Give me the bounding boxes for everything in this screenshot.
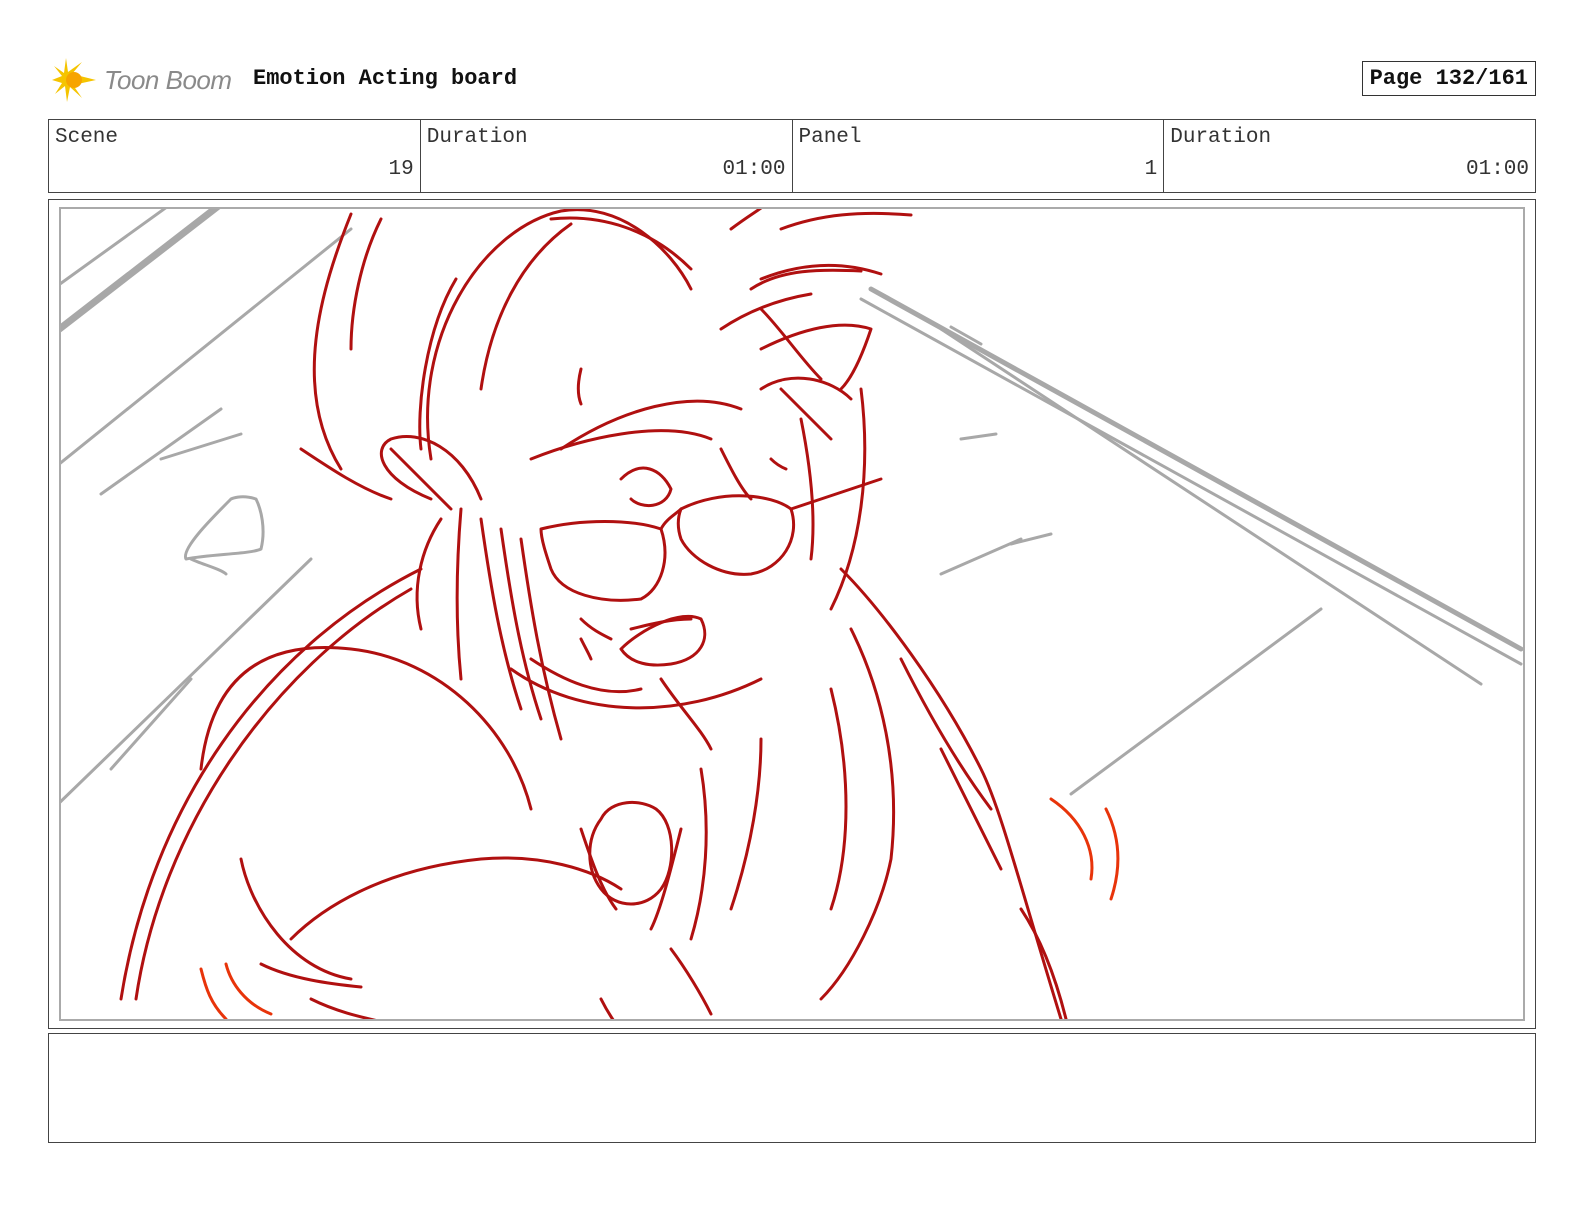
panel-cell: Panel 1 [793, 120, 1165, 192]
scene-value: 19 [388, 158, 414, 181]
storyboard-panel [48, 199, 1536, 1029]
scene-info-row: Scene 19 Duration 01:00 Panel 1 Duration… [48, 119, 1536, 193]
panel-value: 1 [1144, 158, 1158, 181]
scene-label: Scene [55, 126, 119, 149]
page-indicator: Page 132/161 [1361, 61, 1536, 96]
panel-drawing-area [59, 207, 1525, 1021]
panel-label: Panel [798, 126, 862, 149]
scene-duration-label: Duration [426, 126, 528, 149]
board-header: Toon Boom Emotion Acting board Page 132/… [48, 52, 1536, 108]
panel-notes-box[interactable] [48, 1033, 1536, 1143]
scene-cell: Scene 19 [49, 120, 421, 192]
scene-duration-cell: Duration 01:00 [421, 120, 793, 192]
panel-duration-cell: Duration 01:00 [1164, 120, 1535, 192]
character-sketch [119, 209, 1068, 1019]
scene-duration-value: 01:00 [722, 158, 786, 181]
logo-text: Toon Boom [104, 64, 232, 95]
toon-boom-logo: Toon Boom [52, 56, 232, 104]
board-title: Emotion Acting board [253, 66, 518, 91]
panel-duration-value: 01:00 [1465, 158, 1529, 181]
panel-duration-label: Duration [1170, 126, 1272, 149]
starburst-icon [52, 58, 96, 102]
sketch-drawing [61, 209, 1523, 1019]
